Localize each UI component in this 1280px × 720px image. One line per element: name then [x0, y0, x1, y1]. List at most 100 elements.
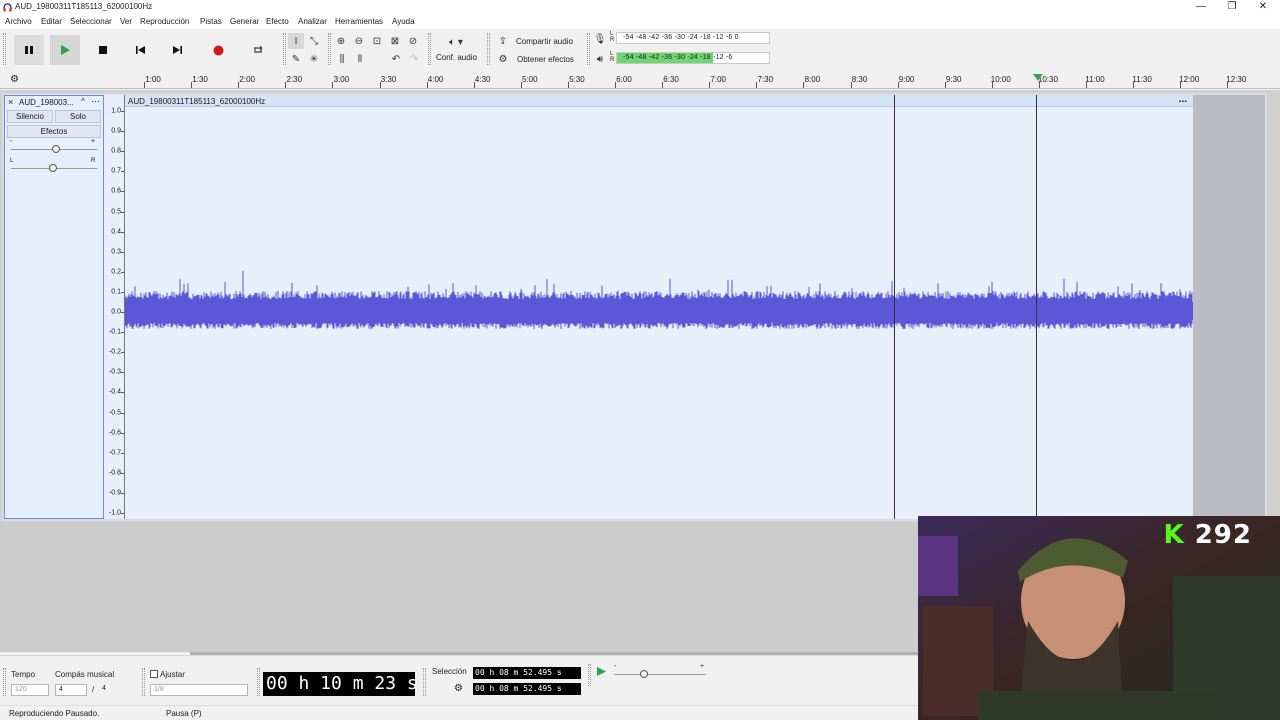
selection-end-display[interactable]: 00 h 08 m 52.495 s — [473, 683, 581, 695]
ruler-label: 8:30 — [851, 75, 868, 84]
waveform[interactable] — [125, 107, 1193, 519]
vertical-amplitude-ruler[interactable]: 1.0 0.9 0.8 0.7 0.6 0.5 0.4 0.3 0.2 0.1 0.0 -0.1 -0.… — [104, 95, 125, 519]
time-sig-denominator[interactable]: 4 — [99, 684, 131, 696]
skip-to-start-button[interactable] — [125, 35, 155, 65]
audio-setup-label[interactable]: Conf. audio — [436, 53, 477, 62]
audio-setup-grip[interactable] — [428, 33, 431, 65]
menu-analizar[interactable]: Analizar — [298, 17, 327, 26]
ruler-label: 5:30 — [569, 75, 585, 84]
skip-end-icon — [172, 46, 182, 54]
undo-button[interactable]: ↶ — [388, 51, 404, 67]
pan-slider[interactable] — [49, 164, 57, 172]
menu-generar[interactable]: Generar — [230, 17, 259, 26]
zoom-in-button[interactable]: ⊕ — [333, 33, 349, 49]
snap-select[interactable]: 1/8 — [150, 684, 248, 696]
toolbar-grip[interactable] — [3, 33, 6, 65]
undo-icon: ↶ — [391, 53, 401, 65]
tempo-grip[interactable] — [3, 668, 6, 696]
track-name[interactable]: AUD_198003... — [19, 98, 81, 107]
timeline-settings-icon[interactable]: ⚙ — [10, 74, 19, 85]
clip-header[interactable]: AUD_19800311T185113_62000100Hz ... — [125, 94, 1193, 107]
amplitude-label: 0.7 — [111, 167, 121, 175]
ruler-label: 2:30 — [286, 75, 303, 84]
tempo-input[interactable]: 120 — [11, 684, 49, 696]
play-button[interactable] — [50, 35, 80, 65]
clip-menu-button[interactable]: ... — [1179, 94, 1187, 105]
tools-grip[interactable] — [283, 33, 286, 65]
multi-tool[interactable]: ✳ — [306, 51, 322, 67]
zoom-toggle-button[interactable]: ⊘ — [405, 33, 421, 49]
skip-to-end-button[interactable] — [162, 35, 192, 65]
record-meter[interactable]: -54 -48 -42 -36 -30 -24 -18 -12 -6 0 — [616, 32, 770, 44]
playback-speaker-icon[interactable]: 🔊︎ — [592, 51, 608, 67]
audio-setup-button[interactable]: 🔈︎ ▾ — [442, 34, 470, 50]
playback-meter[interactable]: -54 -48 -42 -36 -30 -24 -18 -12 -6 — [616, 52, 770, 64]
get-effects-button[interactable]: Obtener efectos — [517, 55, 574, 64]
maximize-button[interactable]: ❐ — [1217, 0, 1247, 15]
amplitude-tick — [121, 111, 124, 112]
silence-button[interactable]: ⫴ — [352, 51, 368, 67]
selection-start-display[interactable]: 00 h 08 m 52.495 s — [473, 667, 581, 679]
amplitude-label: 0.6 — [111, 187, 121, 195]
mute-button[interactable]: Silencio — [7, 110, 53, 123]
snap-checkbox[interactable] — [150, 670, 158, 678]
snap-grip[interactable] — [142, 668, 145, 696]
playhead-marker-icon[interactable] — [1033, 74, 1043, 82]
redo-button[interactable]: ↷ — [406, 51, 422, 67]
gain-plus-label: + — [91, 138, 96, 145]
zoom-out-button[interactable]: ⊖ — [351, 33, 367, 49]
track-menu-icon[interactable]: ⋯ — [91, 96, 100, 107]
gain-slider[interactable] — [52, 145, 60, 153]
timeline-ruler[interactable]: ⚙ 1:00 1:30 2:00 2:30 3:00 3:30 4:00 4:30 5:00 5:… — [0, 72, 1280, 89]
stop-button[interactable] — [88, 35, 118, 65]
amplitude-label: 0.8 — [111, 147, 121, 155]
menu-editar[interactable]: Editar — [41, 17, 62, 26]
play-at-speed-icon[interactable] — [596, 666, 607, 677]
amplitude-tick — [121, 332, 124, 334]
fit-project-button[interactable]: ⊠ — [387, 33, 403, 49]
selection-tool[interactable]: I — [288, 33, 304, 49]
solo-button[interactable]: Solo — [55, 110, 101, 123]
edit-grip[interactable] — [328, 33, 331, 65]
draw-tool[interactable]: ✎ — [288, 51, 304, 67]
envelope-tool[interactable]: ⤡ — [306, 33, 322, 49]
amplitude-tick — [121, 131, 124, 133]
amplitude-tick — [121, 492, 124, 494]
record-button[interactable] — [203, 35, 233, 65]
trim-button[interactable]: ⫼ — [334, 51, 350, 67]
menu-ayuda[interactable]: Ayuda — [392, 17, 415, 26]
selection-settings-icon[interactable]: ⚙ — [454, 683, 463, 694]
empty-track-region[interactable] — [1193, 95, 1267, 519]
playhead-line — [1036, 95, 1037, 519]
clip-name[interactable]: AUD_19800311T185113_62000100Hz — [128, 97, 265, 106]
menu-herramientas[interactable]: Herramientas — [335, 17, 383, 26]
record-icon — [213, 45, 223, 55]
share-grip[interactable] — [487, 33, 490, 65]
loop-button[interactable] — [243, 35, 273, 65]
menu-ver[interactable]: Ver — [120, 17, 132, 26]
fit-selection-button[interactable]: ⊡ — [369, 33, 385, 49]
pause-button[interactable] — [14, 35, 44, 65]
menu-archivo[interactable]: Archivo — [5, 17, 32, 26]
speed-slider[interactable] — [640, 670, 648, 678]
time-sig-numerator[interactable]: 4 — [55, 684, 87, 696]
menu-reproduccion[interactable]: Reproducción — [140, 17, 189, 26]
microphone-icon[interactable]: 🎙︎ — [592, 31, 608, 47]
meter-grip[interactable] — [587, 33, 590, 65]
minimize-button[interactable]: — — [1186, 0, 1216, 15]
play-at-speed-grip[interactable] — [588, 664, 591, 686]
share-audio-button[interactable]: Compartir audio — [516, 37, 573, 46]
menu-pistas[interactable]: Pistas — [200, 17, 222, 26]
status-message: Reproduciendo Pausado. — [9, 709, 100, 718]
time-display[interactable]: 00 h 10 m 23 s — [263, 672, 418, 696]
selection-grip[interactable] — [423, 668, 426, 696]
menu-efecto[interactable]: Efecto — [266, 17, 289, 26]
ruler-tick — [379, 82, 381, 88]
close-track-icon[interactable]: × — [8, 97, 13, 107]
track-control-panel[interactable]: × AUD_198003... ^ ⋯ Silencio Solo Efecto… — [4, 95, 104, 519]
close-window-button[interactable]: ✕ — [1248, 0, 1278, 15]
collapse-track-icon[interactable]: ^ — [81, 97, 85, 106]
time-grip[interactable] — [257, 668, 260, 696]
effects-button[interactable]: Efectos — [7, 125, 101, 138]
menu-seleccionar[interactable]: Seleccionar — [70, 17, 112, 26]
